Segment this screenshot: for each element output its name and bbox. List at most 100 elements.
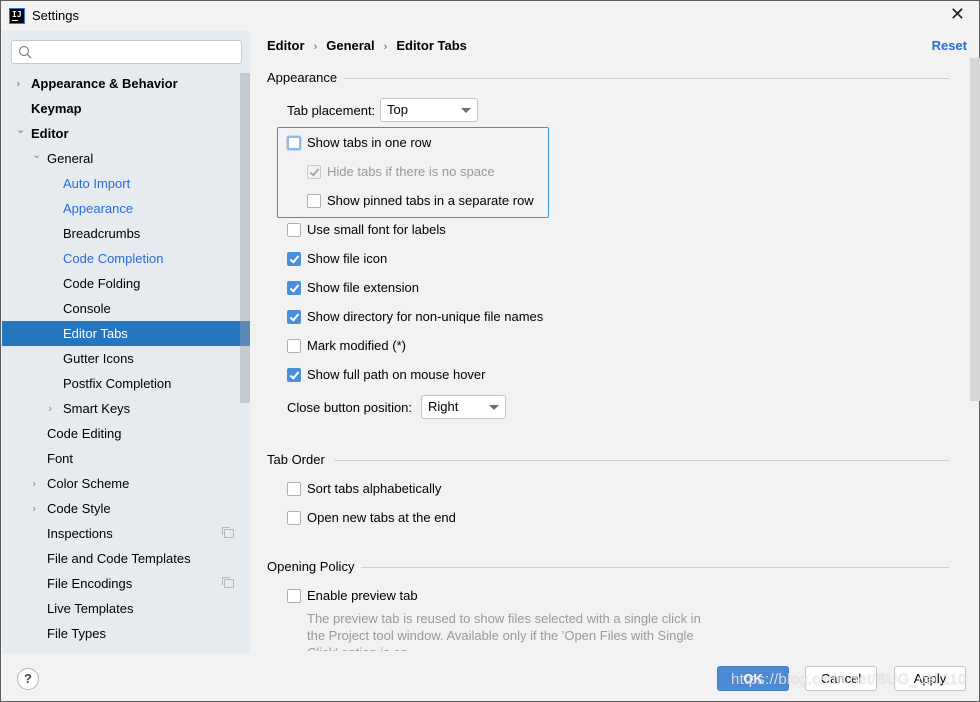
checkbox-label: Show file extension [307, 280, 420, 295]
sidebar-item-editor-tabs[interactable]: Editor Tabs [2, 321, 250, 346]
sidebar-item-file-and-code-templates[interactable]: File and Code Templates [2, 546, 250, 571]
sidebar-item-color-scheme[interactable]: › Color Scheme [2, 471, 250, 496]
settings-window: IJ Settings ✕ › Appearance & Behavior Keym… [0, 0, 980, 702]
dropdown-arrow-icon [489, 405, 499, 410]
checkbox-icon[interactable] [287, 368, 301, 382]
chevron-right-icon[interactable]: › [32, 471, 42, 496]
checkbox-icon[interactable] [287, 511, 301, 525]
sidebar-item-auto-import[interactable]: Auto Import [2, 171, 250, 196]
settings-tree: › Appearance & Behavior Keymap ⌄ Editor ⌄ Gene… [2, 71, 250, 646]
checkbox-icon[interactable] [287, 252, 301, 266]
sidebar-item-file-encodings[interactable]: File Encodings [2, 571, 250, 596]
tab-placement-select[interactable]: Top [380, 98, 478, 122]
help-button[interactable]: ? [17, 668, 39, 690]
checkbox-icon[interactable] [287, 482, 301, 496]
sidebar-item-label: Code Editing [47, 426, 122, 441]
sidebar-item-breadcrumbs[interactable]: Breadcrumbs [2, 221, 250, 246]
sidebar-item-label: Keymap [31, 101, 82, 116]
checkbox-icon[interactable] [287, 589, 301, 603]
checkbox-icon[interactable] [287, 136, 301, 150]
ok-button[interactable]: OK [717, 666, 789, 691]
section-divider [361, 567, 949, 568]
sidebar-item-appearance[interactable]: Appearance [2, 196, 250, 221]
breadcrumb-item-general: General [326, 38, 375, 53]
settings-sidebar: › Appearance & Behavior Keymap ⌄ Editor ⌄ Gene… [2, 31, 250, 654]
chevron-right-icon[interactable]: › [32, 496, 42, 521]
sidebar-item-label: General [47, 151, 94, 166]
sidebar-item-console[interactable]: Console [2, 296, 250, 321]
sidebar-item-appearance-behavior[interactable]: › Appearance & Behavior [2, 71, 250, 96]
sidebar-item-gutter-icons[interactable]: Gutter Icons [2, 346, 250, 371]
close-button-position-select[interactable]: Right [421, 395, 506, 419]
sidebar-item-label: Code Folding [63, 276, 141, 291]
chevron-right-icon[interactable]: › [16, 71, 26, 96]
section-divider [334, 460, 949, 461]
app-icon-text: IJ [12, 10, 22, 19]
sidebar-item-code-editing[interactable]: Code Editing [2, 421, 250, 446]
checkbox-icon[interactable] [287, 339, 301, 353]
checkbox-label: Use small font for labels [307, 222, 446, 237]
sidebar-item-label: Live Templates [47, 601, 134, 616]
reset-link[interactable]: Reset [932, 38, 967, 53]
checkbox-label: Mark modified (*) [307, 338, 406, 353]
sidebar-item-label: Breadcrumbs [63, 226, 141, 241]
checkbox-label: Sort tabs alphabetically [307, 481, 442, 496]
sidebar-item-inspections[interactable]: Inspections [2, 521, 250, 546]
chevron-right-icon[interactable]: › [48, 396, 58, 421]
main-scrollbar[interactable] [970, 58, 980, 401]
chevron-down-icon[interactable]: ⌄ [32, 142, 42, 167]
sidebar-item-label: File Encodings [47, 576, 133, 591]
sidebar-item-label: Code Completion [63, 251, 164, 266]
sidebar-item-label: Postfix Completion [63, 376, 172, 391]
sidebar-item-label: Console [63, 301, 111, 316]
sidebar-item-label: Editor Tabs [63, 326, 128, 341]
project-level-icon [222, 527, 234, 538]
sidebar-item-label: Code Style [47, 501, 111, 516]
cancel-button[interactable]: Cancel [805, 666, 877, 691]
intellij-app-icon: IJ [9, 8, 25, 24]
settings-search-box[interactable] [11, 40, 242, 64]
sidebar-item-code-completion[interactable]: Code Completion [2, 246, 250, 271]
checkbox-icon[interactable] [287, 310, 301, 324]
breadcrumb: Editor › General › Editor Tabs [267, 38, 467, 53]
search-icon [18, 45, 32, 59]
sidebar-item-smart-keys[interactable]: › Smart Keys [2, 396, 250, 421]
sidebar-item-postfix-completion[interactable]: Postfix Completion [2, 371, 250, 396]
sidebar-item-label: Color Scheme [47, 476, 130, 491]
apply-button[interactable]: Apply [894, 666, 966, 691]
breadcrumb-separator: › [313, 41, 318, 53]
sidebar-item-file-types[interactable]: File Types [2, 621, 250, 646]
sidebar-item-label: File Types [47, 626, 107, 641]
checkbox-label: Show directory for non-unique file names [307, 309, 544, 324]
checkbox-icon[interactable] [287, 281, 301, 295]
checkbox-icon[interactable] [287, 223, 301, 237]
title-bar: IJ Settings ✕ [1, 1, 979, 31]
search-input[interactable] [38, 43, 238, 61]
sidebar-item-general[interactable]: ⌄ General [2, 146, 250, 171]
checkbox-label: Show pinned tabs in a separate row [327, 193, 534, 208]
breadcrumb-item-editor: Editor [267, 38, 305, 53]
sidebar-item-keymap[interactable]: Keymap [2, 96, 250, 121]
checkbox-icon[interactable] [307, 194, 321, 208]
sidebar-item-label: Appearance & Behavior [31, 76, 178, 91]
close-icon[interactable]: ✕ [950, 6, 965, 24]
chevron-down-icon[interactable]: ⌄ [16, 117, 26, 142]
breadcrumb-item-editor-tabs: Editor Tabs [396, 38, 467, 53]
sidebar-item-label: Smart Keys [63, 401, 131, 416]
sidebar-item-font[interactable]: Font [2, 446, 250, 471]
close-button-position-value: Right [428, 399, 459, 414]
sidebar-item-label: Inspections [47, 526, 113, 541]
sidebar-item-label: File and Code Templates [47, 551, 191, 566]
preview-tab-description: The preview tab is reused to show files … [307, 611, 701, 651]
sidebar-item-label: Font [47, 451, 74, 466]
section-title-tab-order: Tab Order [267, 452, 325, 467]
breadcrumb-separator: › [383, 41, 388, 53]
sidebar-item-code-folding[interactable]: Code Folding [2, 271, 250, 296]
checkbox-label: Hide tabs if there is no space [327, 164, 495, 179]
checkbox-label: Open new tabs at the end [307, 510, 456, 525]
sidebar-item-live-templates[interactable]: Live Templates [2, 596, 250, 621]
sidebar-item-label: Auto Import [63, 176, 131, 191]
sidebar-item-code-style[interactable]: › Code Style [2, 496, 250, 521]
sidebar-scrollbar[interactable] [240, 73, 250, 403]
checkbox-icon[interactable] [307, 165, 321, 179]
